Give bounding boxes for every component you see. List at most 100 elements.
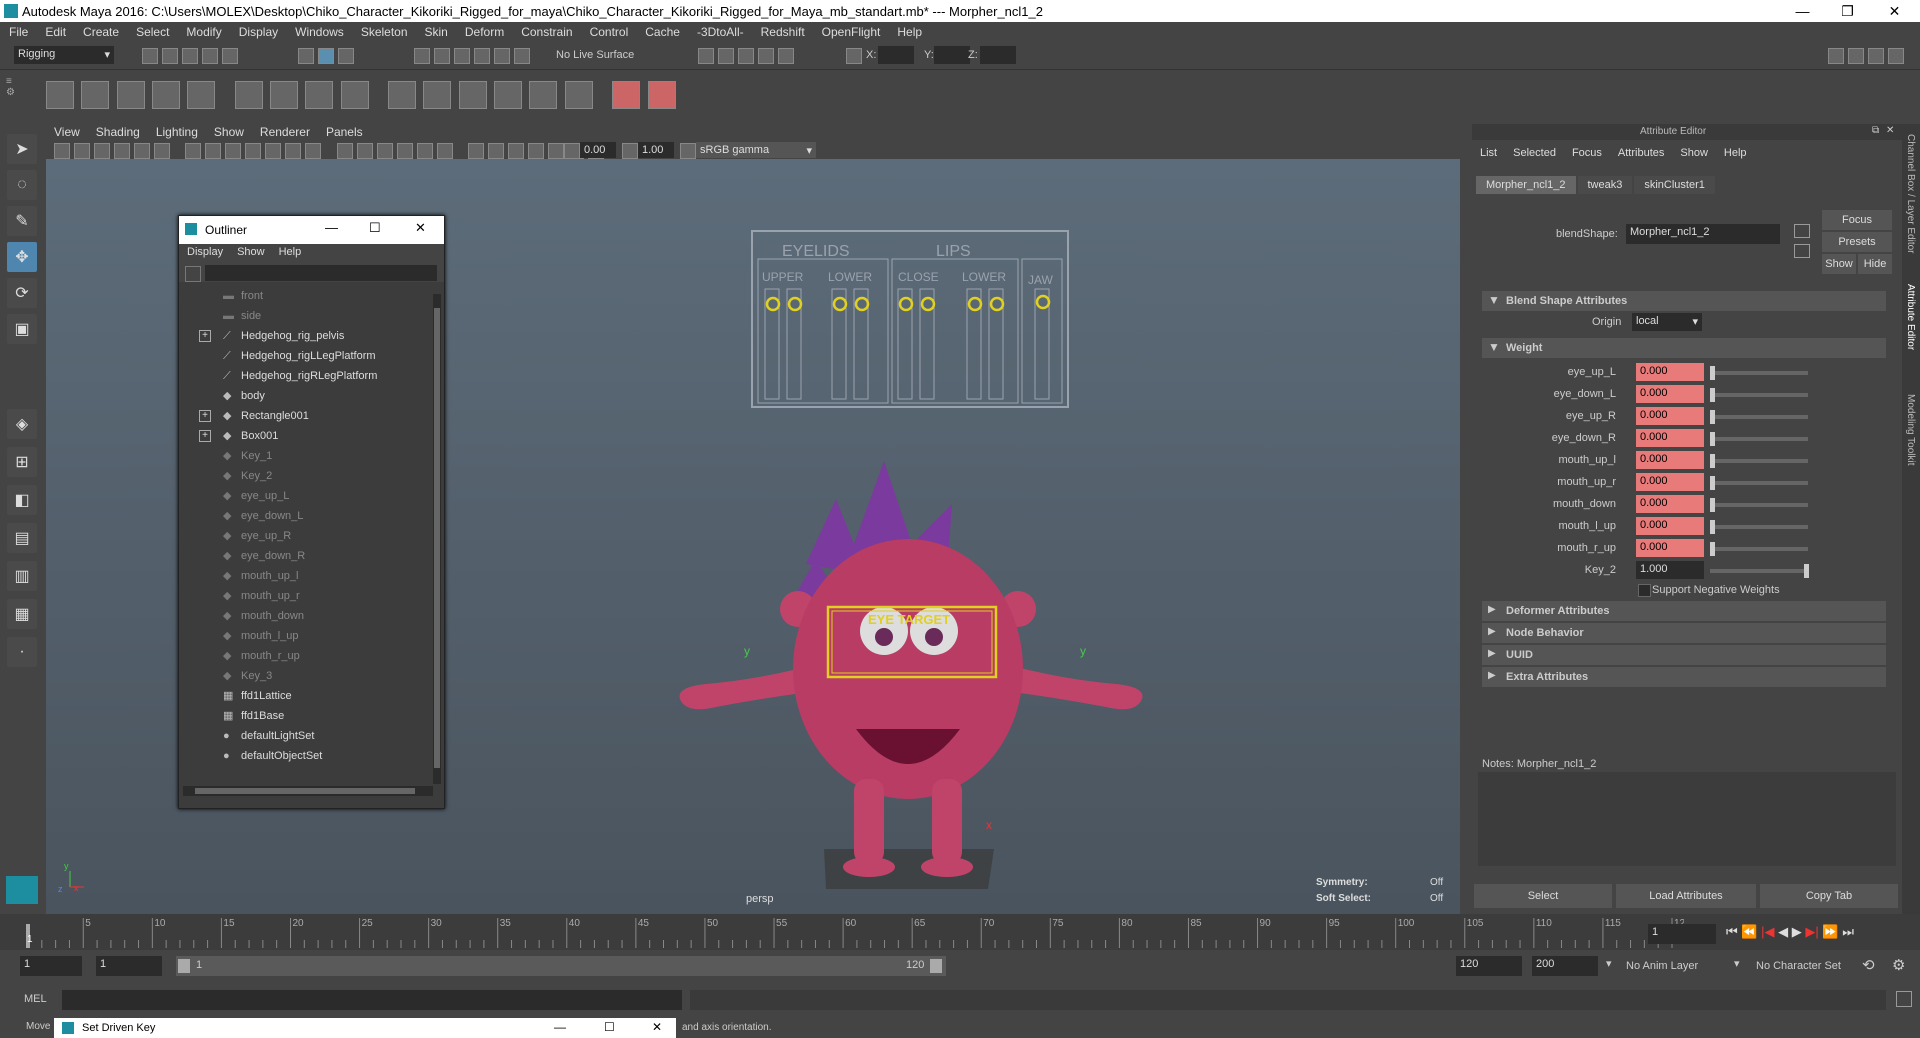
viewport-menu-panels[interactable]: Panels [318,124,371,139]
render-settings-icon[interactable] [698,48,714,64]
current-frame-input[interactable]: 1 [1648,924,1716,944]
tool-settings-toggle-icon[interactable] [1868,48,1884,64]
weight-slider-handle[interactable] [1710,476,1715,490]
menu-deform[interactable]: Deform [456,22,512,39]
persp-uv-layout-icon[interactable]: ▦ [7,599,37,629]
pole-vector-icon[interactable] [612,81,641,109]
hypershade-layout-icon[interactable]: ▥ [7,561,37,591]
menu-select[interactable]: Select [127,22,177,39]
show-button[interactable]: Show [1822,254,1856,274]
animation-end-input[interactable]: 200 [1532,956,1598,976]
weight-slider-handle[interactable] [1710,410,1715,424]
two-d-pan-icon[interactable] [134,143,150,159]
outliner-item[interactable]: + ⟋ Hedgehog_rig_pelvis [179,326,444,346]
xray-icon[interactable] [548,143,565,159]
weight-slider[interactable] [1710,520,1808,534]
sdk-close-button[interactable]: ✕ [652,1020,662,1034]
notes-textarea[interactable] [1478,772,1896,866]
viewport-menu-view[interactable]: View [46,124,88,139]
render-view-icon[interactable] [758,48,774,64]
playback-start-input[interactable]: 1 [96,956,162,976]
ae-menu-list[interactable]: List [1476,144,1509,159]
expand-icon[interactable]: + [199,330,211,342]
orient-constraint-icon[interactable] [494,81,523,109]
menu-skin[interactable]: Skin [416,22,456,39]
single-perspective-layout-icon[interactable]: ◈ [7,409,37,439]
weight-value-input[interactable]: 0.000 [1636,429,1704,447]
weight-slider-handle[interactable] [1710,388,1715,402]
scale-constraint-icon[interactable] [529,81,558,109]
camera-attributes-icon[interactable] [74,143,90,159]
menu-help[interactable]: Help [888,22,930,39]
select-camera-icon[interactable] [54,143,70,159]
range-end-handle[interactable] [930,959,942,973]
weight-value-input[interactable]: 0.000 [1636,517,1704,535]
ae-menu-focus[interactable]: Focus [1568,144,1614,159]
select-button[interactable]: Select [1474,884,1612,908]
gamma-input[interactable]: 1.00 [638,142,674,158]
step-forward-key-icon[interactable]: ▶| [1805,924,1818,939]
outliner-item[interactable]: ● defaultLightSet [179,726,444,746]
shadows-icon[interactable] [436,143,453,159]
anim-layer-dropdown[interactable]: No Anim Layer [1626,960,1698,972]
tab-skincluster1[interactable]: skinCluster1 [1634,176,1715,194]
weight-slider[interactable] [1710,476,1808,490]
z-input[interactable] [980,46,1016,64]
wireframe-icon[interactable] [336,143,353,159]
outliner-maximize-button[interactable]: ☐ [369,220,381,236]
outliner-item[interactable]: ◆ eye_up_L [179,486,444,506]
outliner-search-input[interactable] [205,265,437,281]
weight-value-input[interactable]: 0.000 [1636,539,1704,557]
restore-button[interactable]: ❐ [1825,0,1870,22]
time-slider[interactable]: 5 10 15 20 25 30 35 40 45 50 55 60 65 70 75 80 85 90 95 100… [0,914,1920,950]
rotate-tool-icon[interactable]: ⟳ [7,278,37,308]
grid-icon[interactable] [185,143,202,159]
viewport-menu-renderer[interactable]: Renderer [252,124,318,139]
snap-grid-icon[interactable] [414,48,430,64]
copy-tab-button[interactable]: Copy Tab [1760,884,1898,908]
smooth-shade-icon[interactable] [356,143,373,159]
blendshape-name-input[interactable]: Morpher_ncl1_2 [1626,224,1780,244]
grease-pencil-icon[interactable] [154,143,170,159]
snap-point-icon[interactable] [454,48,470,64]
bookmarks-icon[interactable] [94,143,110,159]
weight-slider-handle[interactable] [1710,520,1715,534]
persp-graph-layout-icon[interactable]: ▤ [7,523,37,553]
shelf-menu-icon[interactable]: ≡ ⚙ [6,76,20,116]
outliner-item[interactable]: ▬ front [179,286,444,306]
paint-select-icon[interactable]: ✎ [7,206,37,236]
weight-slider-handle[interactable] [1710,498,1715,512]
channel-box-tab[interactable]: Channel Box / Layer Editor [1905,134,1916,254]
gate-mask-icon[interactable] [245,143,262,159]
menu-create[interactable]: Create [74,22,127,39]
four-view-layout-icon[interactable]: ⊞ [7,447,37,477]
outliner-item[interactable]: ▦ ffd1Base [179,706,444,726]
viewport-menu-show[interactable]: Show [206,124,252,139]
hide-button[interactable]: Hide [1858,254,1892,274]
range-slider[interactable]: 1 120 [176,956,946,976]
outliner-item[interactable]: ◆ mouth_l_up [179,626,444,646]
parent-constraint-icon[interactable] [423,81,452,109]
go-to-output-icon[interactable] [1794,244,1810,258]
outliner-menu-display[interactable]: Display [183,243,233,258]
weight-value-input[interactable]: 0.000 [1636,451,1704,469]
menu-3dtoall[interactable]: -3DtoAll- [688,22,752,39]
snap-view-icon[interactable] [474,48,490,64]
menu-control[interactable]: Control [581,22,637,39]
mel-command-input[interactable] [62,990,682,1010]
redo-icon[interactable] [222,48,238,64]
lights-icon[interactable] [416,143,433,159]
textured-icon[interactable] [396,143,413,159]
outliner-item[interactable]: + ◆ Box001 [179,426,444,446]
auto-key-icon[interactable]: ⟲ [1862,956,1875,974]
outliner-item[interactable]: ◆ mouth_up_r [179,586,444,606]
save-scene-icon[interactable] [182,48,198,64]
exposure-icon[interactable] [564,143,580,159]
go-to-end-icon[interactable]: ⏭ [1842,924,1854,939]
viewport-menu-shading[interactable]: Shading [88,124,148,139]
hypershade-icon[interactable] [778,48,794,64]
outliner-titlebar[interactable]: Outliner — ☐ ✕ [179,216,444,244]
weight-slider[interactable] [1710,410,1808,424]
aim-constraint-icon[interactable] [564,81,593,109]
ambient-occlusion-icon[interactable] [468,143,485,159]
